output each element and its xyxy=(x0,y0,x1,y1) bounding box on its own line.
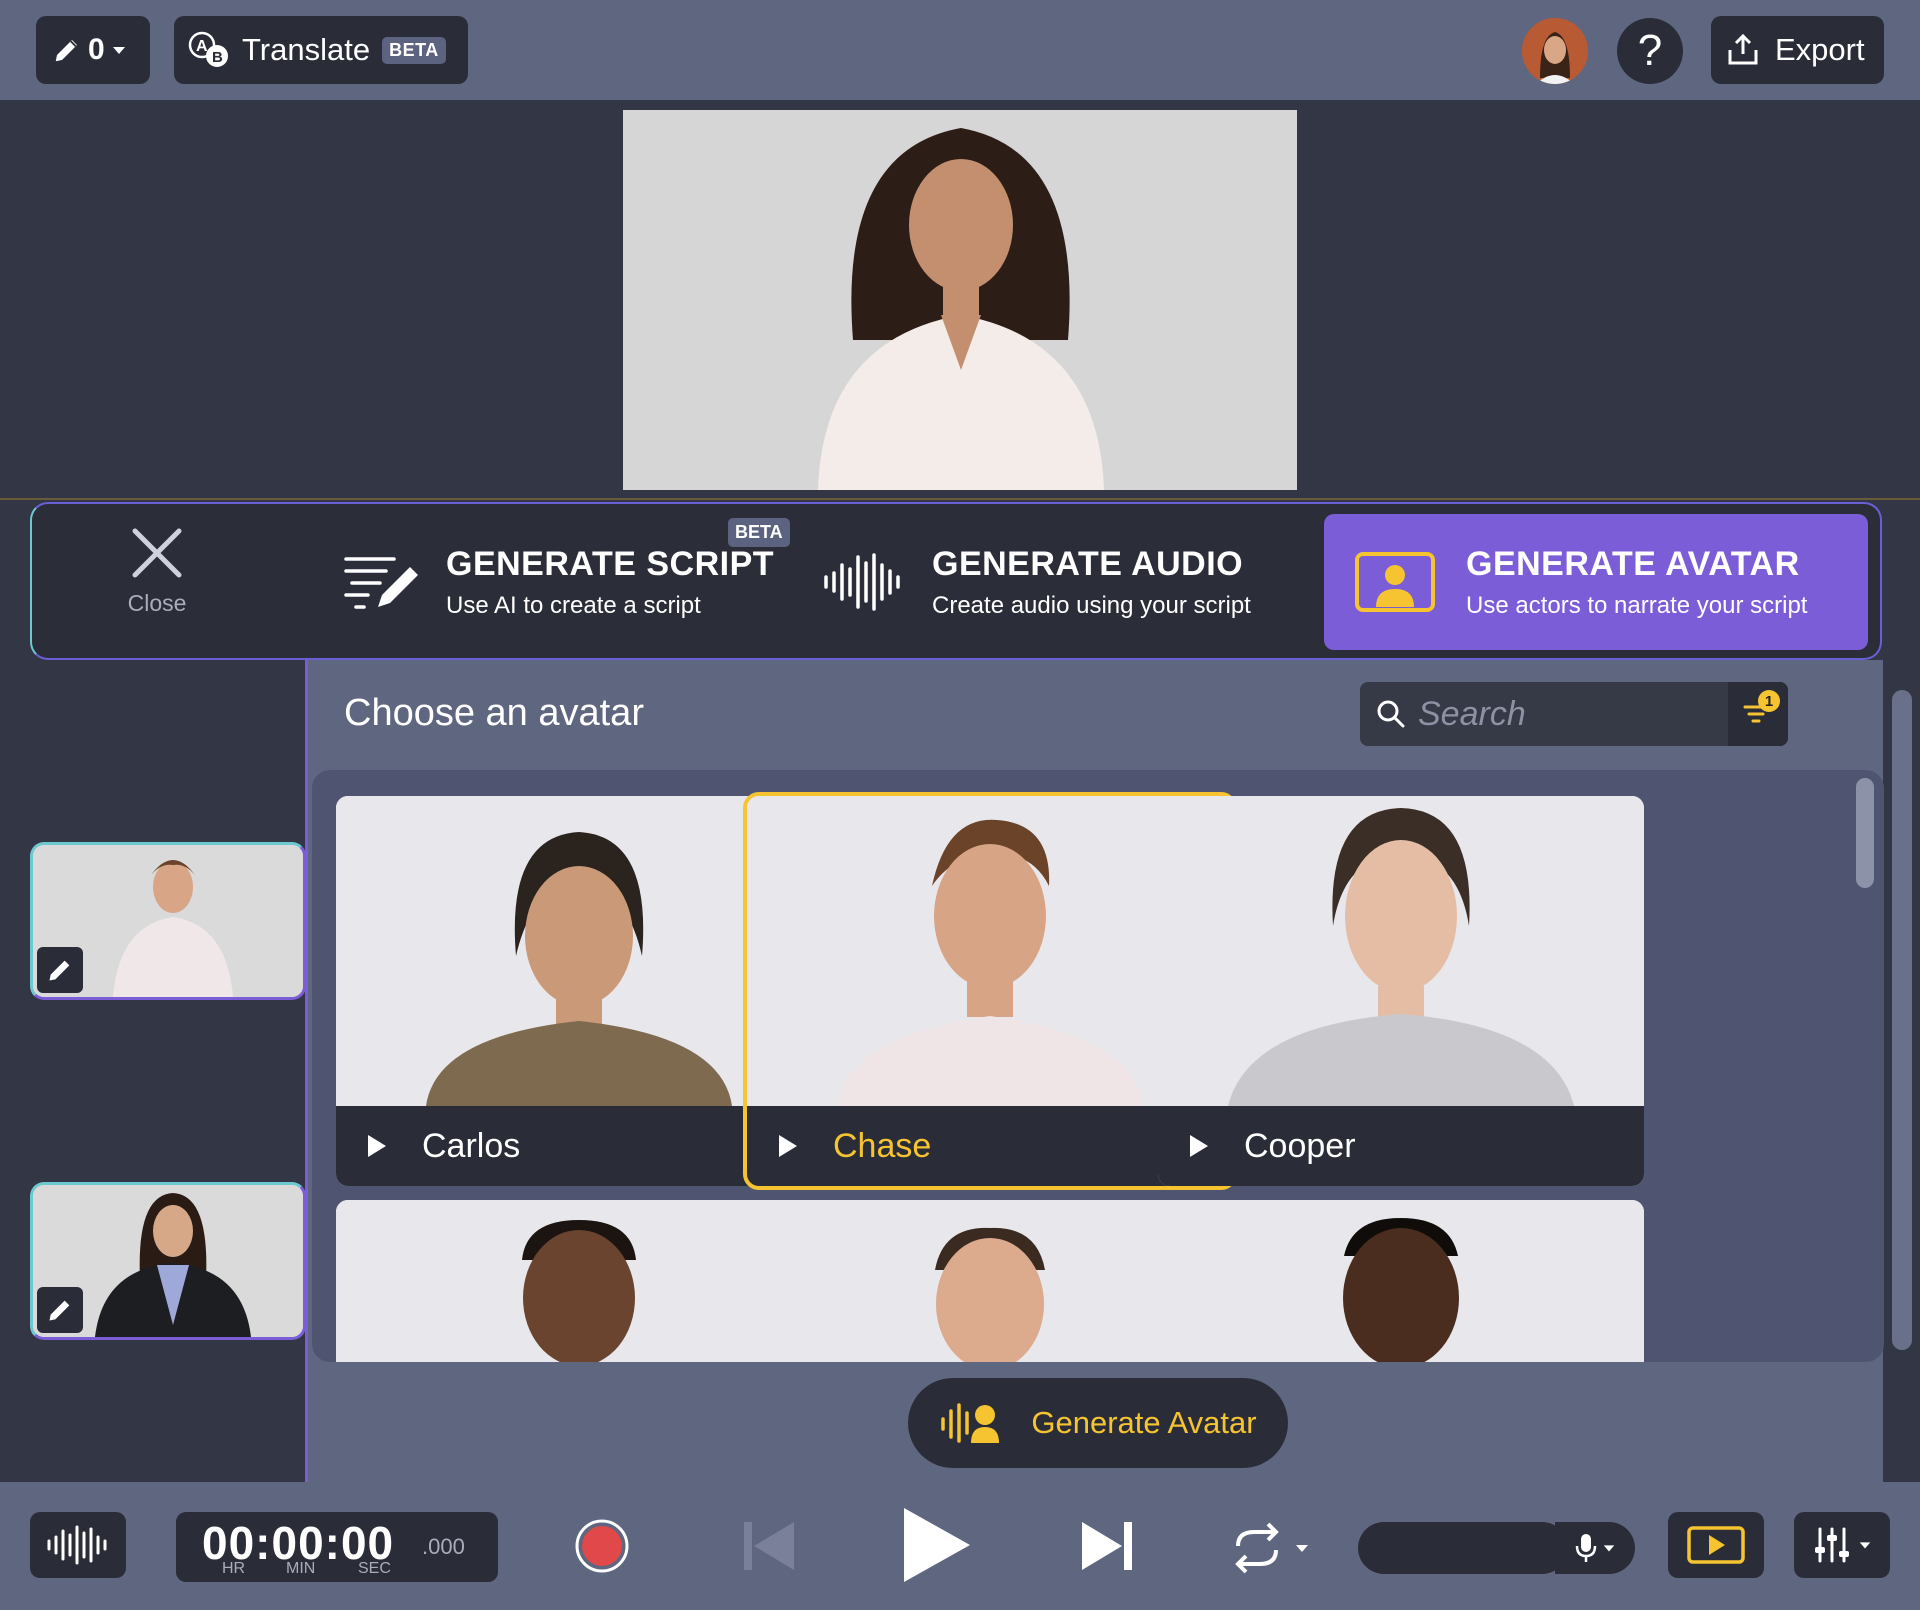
skip-forward-button[interactable] xyxy=(1080,1520,1134,1572)
svg-text:A: A xyxy=(196,38,208,55)
avatar-voice-icon xyxy=(939,1401,1005,1445)
generate-avatar-button[interactable]: Generate Avatar xyxy=(908,1378,1288,1468)
avatar-card[interactable] xyxy=(1158,1200,1644,1362)
upload-icon xyxy=(1725,32,1761,68)
microphone-dropdown[interactable] xyxy=(1555,1522,1635,1574)
generate-panel: Close GENERATE SCRIPT Use AI to create a… xyxy=(30,502,1882,660)
video-preview[interactable] xyxy=(623,110,1297,490)
panel-scrollbar[interactable] xyxy=(1892,690,1912,1350)
avatar-chooser: Choose an avatar 1 xyxy=(305,660,1884,1482)
play-button[interactable] xyxy=(900,1504,974,1586)
edit-scene-button[interactable] xyxy=(37,1287,83,1333)
generate-avatar-label: Generate Avatar xyxy=(1031,1405,1257,1440)
microphone-icon xyxy=(1574,1532,1598,1564)
tab-subtitle: Use AI to create a script xyxy=(446,591,701,619)
chevron-down-icon xyxy=(1858,1538,1872,1552)
edit-count-dropdown[interactable]: 0 xyxy=(36,16,150,84)
avatar-name: Carlos xyxy=(422,1126,521,1165)
tab-title: GENERATE AUDIO xyxy=(932,544,1244,583)
timecode-display: 00:00:00 .000 HR MIN SEC xyxy=(176,1512,498,1582)
chevron-down-icon xyxy=(1294,1540,1310,1556)
scene-thumbnail[interactable] xyxy=(30,842,306,1000)
grid-scrollbar[interactable] xyxy=(1856,778,1874,888)
chevron-down-icon xyxy=(111,42,127,58)
beta-badge: BETA xyxy=(728,518,790,547)
tab-title: GENERATE SCRIPT xyxy=(446,544,775,583)
play-icon[interactable] xyxy=(777,1133,799,1159)
edit-scene-button[interactable] xyxy=(37,947,83,993)
play-icon[interactable] xyxy=(366,1133,388,1159)
translate-button[interactable]: A B Translate BETA xyxy=(174,16,468,84)
record-icon xyxy=(574,1518,630,1574)
canvas-stage xyxy=(0,100,1920,500)
user-avatar[interactable] xyxy=(1522,18,1588,84)
svg-text:B: B xyxy=(212,49,223,66)
filter-button[interactable]: 1 xyxy=(1728,682,1788,746)
close-icon xyxy=(130,526,184,580)
skip-back-icon xyxy=(742,1520,796,1572)
chooser-title: Choose an avatar xyxy=(344,692,644,734)
tab-title: GENERATE AVATAR xyxy=(1466,544,1800,583)
help-button[interactable]: ? xyxy=(1617,18,1683,84)
filter-count-badge: 1 xyxy=(1758,690,1780,712)
avatar-card-cooper[interactable]: Cooper xyxy=(1158,796,1644,1186)
waveform-icon xyxy=(822,551,902,613)
edit-count: 0 xyxy=(88,33,105,66)
tab-subtitle: Create audio using your script xyxy=(932,591,1251,619)
avatar-photo xyxy=(1158,796,1644,1106)
skip-forward-icon xyxy=(1080,1520,1134,1572)
pencil-icon xyxy=(46,956,74,984)
tab-generate-audio[interactable]: GENERATE AUDIO Create audio using your s… xyxy=(822,514,1342,650)
loop-icon xyxy=(1228,1522,1286,1574)
avatar-name: Cooper xyxy=(1244,1126,1356,1165)
top-toolbar: 0 A B Translate BETA ? Export xyxy=(0,0,1920,100)
pencil-icon xyxy=(46,1296,74,1324)
avatar-photo xyxy=(1158,1200,1644,1362)
play-box-icon xyxy=(1686,1525,1746,1565)
pencil-icon xyxy=(52,35,82,65)
loop-dropdown[interactable] xyxy=(1228,1522,1310,1574)
waveform-icon xyxy=(45,1525,111,1565)
export-label: Export xyxy=(1775,32,1865,67)
transport-bar: 00:00:00 .000 HR MIN SEC xyxy=(0,1482,1920,1610)
timecode-unit-sec: SEC xyxy=(358,1560,391,1577)
scene-thumbnails xyxy=(0,660,306,1480)
chevron-down-icon xyxy=(1602,1541,1616,1555)
scene-thumbnail[interactable] xyxy=(30,1182,306,1340)
tab-generate-avatar[interactable]: GENERATE AVATAR Use actors to narrate yo… xyxy=(1324,514,1868,650)
audio-waveform-button[interactable] xyxy=(30,1512,126,1578)
mixer-settings-dropdown[interactable] xyxy=(1794,1512,1890,1578)
avatar-name: Chase xyxy=(833,1126,932,1165)
play-icon[interactable] xyxy=(1188,1133,1210,1159)
timecode-ms: .000 xyxy=(422,1534,465,1559)
play-icon xyxy=(900,1504,974,1586)
search-input[interactable] xyxy=(1418,684,1758,744)
beta-badge: BETA xyxy=(382,36,446,64)
translate-label: Translate xyxy=(242,32,371,67)
tab-subtitle: Use actors to narrate your script xyxy=(1466,591,1808,619)
timecode-unit-min: MIN xyxy=(286,1560,316,1577)
close-button[interactable]: Close xyxy=(72,526,242,646)
volume-slider[interactable] xyxy=(1358,1522,1568,1574)
avatar-grid: Carlos Chase Cooper xyxy=(312,770,1884,1362)
avatar-label: Cooper xyxy=(1158,1106,1644,1186)
close-label: Close xyxy=(127,590,187,616)
preview-playback-button[interactable] xyxy=(1668,1512,1764,1578)
search-box: 1 xyxy=(1360,682,1788,746)
record-button[interactable] xyxy=(574,1518,630,1574)
skip-back-button[interactable] xyxy=(742,1520,796,1572)
export-button[interactable]: Export xyxy=(1711,16,1884,84)
avatar-person-icon xyxy=(1354,551,1436,613)
timecode-unit-hr: HR xyxy=(222,1560,246,1577)
mixer-sliders-icon xyxy=(1812,1525,1852,1565)
translate-icon: A B xyxy=(188,31,230,69)
script-pen-icon xyxy=(342,551,420,613)
search-icon xyxy=(1376,699,1406,729)
